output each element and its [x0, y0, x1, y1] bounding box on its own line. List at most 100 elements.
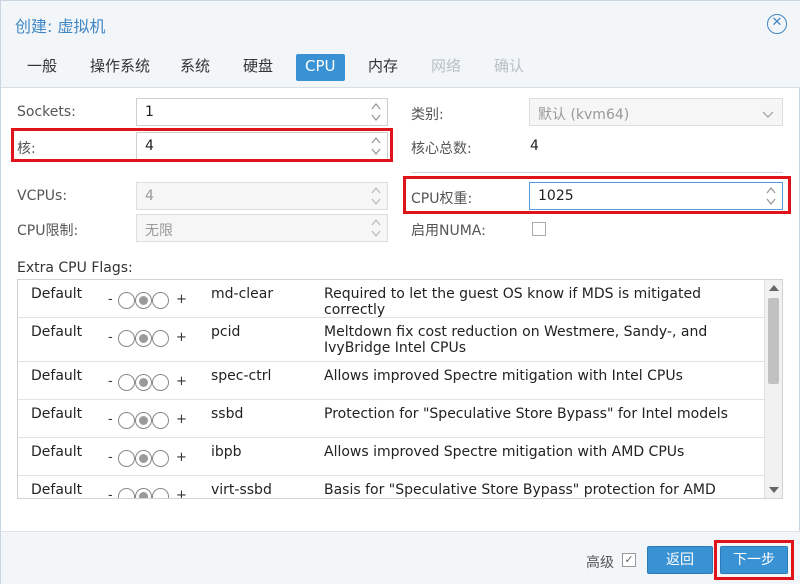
- flag-name: ssbd: [211, 406, 244, 422]
- back-button[interactable]: 返回: [647, 546, 713, 574]
- off-radio[interactable]: [118, 488, 135, 498]
- default-radio[interactable]: [135, 488, 152, 498]
- minus-label: -: [108, 412, 113, 427]
- default-radio[interactable]: [135, 330, 152, 347]
- spinner-arrows-icon: [371, 217, 381, 239]
- wizard-tabs: 一般 操作系统 系统 硬盘 CPU 内存 网络 确认: [1, 45, 800, 88]
- type-label: 类别:: [411, 107, 444, 123]
- flag-description: Protection for "Speculative Store Bypass…: [324, 406, 728, 422]
- off-radio[interactable]: [118, 450, 135, 467]
- off-radio[interactable]: [118, 330, 135, 347]
- default-radio[interactable]: [135, 450, 152, 467]
- minus-label: -: [108, 330, 113, 345]
- minus-label: -: [108, 488, 113, 499]
- extra-flags-title: Extra CPU Flags:: [17, 260, 133, 276]
- on-radio[interactable]: [152, 330, 169, 347]
- flag-state: Default: [31, 444, 83, 460]
- tab-disk[interactable]: 硬盘: [234, 54, 282, 81]
- on-radio[interactable]: [152, 374, 169, 391]
- flag-row-ibpb: Default - + ibpb Allows improved Spectre…: [18, 438, 765, 476]
- minus-label: -: [108, 292, 113, 307]
- scroll-up-icon[interactable]: [769, 285, 779, 291]
- flag-state: Default: [31, 286, 83, 302]
- flag-description: Allows improved Spectre mitigation with …: [324, 368, 683, 384]
- flag-row-pcid: Default - + pcid Meltdown fix cost reduc…: [18, 318, 765, 362]
- advanced-label: 高级: [586, 555, 614, 571]
- plus-label: +: [176, 374, 187, 389]
- numa-checkbox[interactable]: [532, 222, 546, 236]
- tab-os[interactable]: 操作系统: [81, 54, 159, 81]
- tab-system[interactable]: 系统: [171, 54, 219, 81]
- minus-label: -: [108, 450, 113, 465]
- flag-toggle[interactable]: - +: [108, 374, 198, 392]
- flag-row-ssbd: Default - + ssbd Protection for "Specula…: [18, 400, 765, 438]
- tab-memory[interactable]: 内存: [359, 54, 407, 81]
- plus-label: +: [176, 330, 187, 345]
- minus-label: -: [108, 374, 113, 389]
- flag-row-md-clear: Default - + md-clear Required to let the…: [18, 280, 765, 318]
- total-cores-label: 核心总数:: [411, 141, 472, 157]
- advanced-checkbox[interactable]: ✓: [622, 553, 636, 567]
- flag-name: virt-ssbd: [211, 482, 272, 498]
- vcpus-field: 4: [136, 182, 388, 210]
- dialog-titlebar: 创建: 虚拟机 ✕: [1, 1, 800, 45]
- on-radio[interactable]: [152, 292, 169, 309]
- flag-state: Default: [31, 368, 83, 384]
- cpu-limit-label: CPU限制:: [17, 223, 79, 239]
- scroll-thumb[interactable]: [768, 298, 779, 384]
- flag-name: md-clear: [211, 286, 274, 302]
- flag-row-virt-ssbd: Default - + virt-ssbd Basis for "Specula…: [18, 476, 765, 499]
- flag-toggle[interactable]: - +: [108, 450, 198, 468]
- on-radio[interactable]: [152, 412, 169, 429]
- cpu-limit-field: 无限: [136, 214, 388, 242]
- flag-name: ibpb: [211, 444, 242, 460]
- close-icon[interactable]: ✕: [767, 14, 787, 34]
- on-radio[interactable]: [152, 488, 169, 498]
- numa-label: 启用NUMA:: [411, 223, 486, 239]
- vcpus-label: VCPUs:: [17, 188, 68, 204]
- chevron-down-icon: [762, 107, 774, 123]
- plus-label: +: [176, 488, 187, 499]
- flag-toggle[interactable]: - +: [108, 330, 198, 348]
- total-cores-value: 4: [530, 138, 539, 154]
- off-radio[interactable]: [118, 374, 135, 391]
- flag-toggle[interactable]: - +: [108, 292, 198, 310]
- flag-toggle[interactable]: - +: [108, 488, 198, 499]
- create-vm-dialog: 创建: 虚拟机 ✕ 一般 操作系统 系统 硬盘 CPU 内存 网络 确认 Soc…: [0, 0, 800, 584]
- flag-state: Default: [31, 406, 83, 422]
- column-divider: [411, 172, 783, 173]
- tab-general[interactable]: 一般: [18, 54, 66, 81]
- default-radio[interactable]: [135, 292, 152, 309]
- on-radio[interactable]: [152, 450, 169, 467]
- flag-name: pcid: [211, 324, 241, 340]
- vcpus-value: 4: [145, 188, 154, 204]
- scroll-down-icon[interactable]: [769, 487, 779, 493]
- tab-cpu[interactable]: CPU: [296, 54, 345, 81]
- flag-name: spec-ctrl: [211, 368, 272, 384]
- flag-description: Required to let the guest OS know if MDS…: [324, 286, 702, 318]
- spinner-arrows-icon[interactable]: [371, 101, 381, 123]
- sockets-field[interactable]: 1: [136, 98, 388, 126]
- dialog-title: 创建: 虚拟机: [15, 17, 106, 36]
- flag-row-spec-ctrl: Default - + spec-ctrl Allows improved Sp…: [18, 362, 765, 400]
- tab-confirm: 确认: [494, 57, 525, 75]
- cpu-weight-highlight-box: [403, 176, 791, 214]
- next-highlight-box: [714, 540, 794, 580]
- flag-description: Meltdown fix cost reduction on Westmere,…: [324, 324, 708, 356]
- flag-toggle[interactable]: - +: [108, 412, 198, 430]
- default-radio[interactable]: [135, 374, 152, 391]
- sockets-label: Sockets:: [17, 104, 76, 120]
- plus-label: +: [176, 450, 187, 465]
- tab-network: 网络: [431, 57, 462, 75]
- off-radio[interactable]: [118, 412, 135, 429]
- off-radio[interactable]: [118, 292, 135, 309]
- type-value: 默认 (kvm64): [538, 107, 630, 123]
- cores-highlight-box: [11, 128, 393, 162]
- plus-label: +: [176, 292, 187, 307]
- type-dropdown: 默认 (kvm64): [529, 98, 783, 126]
- default-radio[interactable]: [135, 412, 152, 429]
- flags-scrollbar[interactable]: [764, 280, 782, 498]
- spinner-arrows-icon: [371, 185, 381, 207]
- flag-description: Allows improved Spectre mitigation with …: [324, 444, 685, 460]
- flag-description: Basis for "Speculative Store Bypass" pro…: [324, 482, 716, 498]
